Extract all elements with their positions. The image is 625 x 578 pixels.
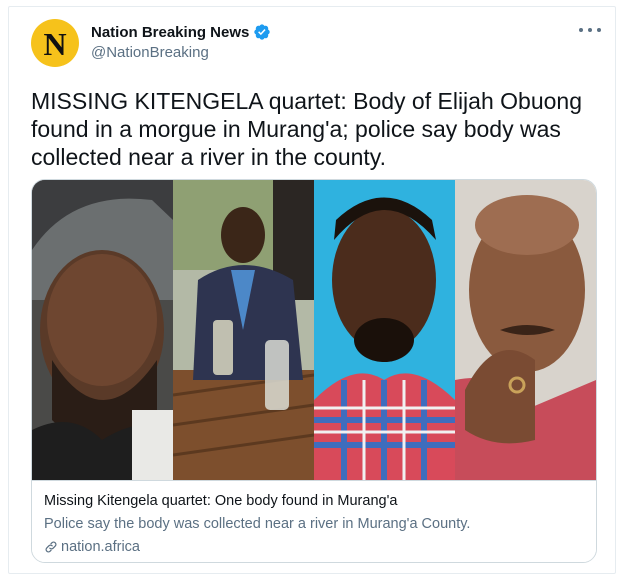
link-preview-title: Missing Kitengela quartet: One body foun… [44,493,398,509]
portrait-3 [314,180,455,480]
link-icon [45,541,57,553]
link-preview-domain: nation.africa [61,539,140,555]
tweet-card: N Nation Breaking News @NationBreaking M… [8,6,616,574]
link-preview-card[interactable]: Missing Kitengela quartet: One body foun… [31,179,597,563]
more-options-icon[interactable] [579,25,601,35]
dot [588,28,592,32]
portrait-1 [32,180,173,480]
avatar-letter: N [43,26,67,62]
tweet-text: MISSING KITENGELA quartet: Body of Elija… [31,88,582,170]
author-name-row: Nation Breaking News [91,23,271,41]
link-preview-description: Police say the body was collected near a… [44,516,471,532]
dot [597,28,601,32]
handle[interactable]: @NationBreaking [91,44,209,61]
link-preview-meta[interactable]: Missing Kitengela quartet: One body foun… [32,480,596,562]
avatar[interactable]: N [31,19,79,67]
link-preview-domain-row: nation.africa [44,539,140,555]
link-preview-image[interactable] [32,180,596,480]
verified-badge-icon [254,24,271,40]
portrait-4 [455,180,596,480]
dot [579,28,583,32]
display-name[interactable]: Nation Breaking News [91,24,249,41]
portrait-2 [173,180,314,480]
